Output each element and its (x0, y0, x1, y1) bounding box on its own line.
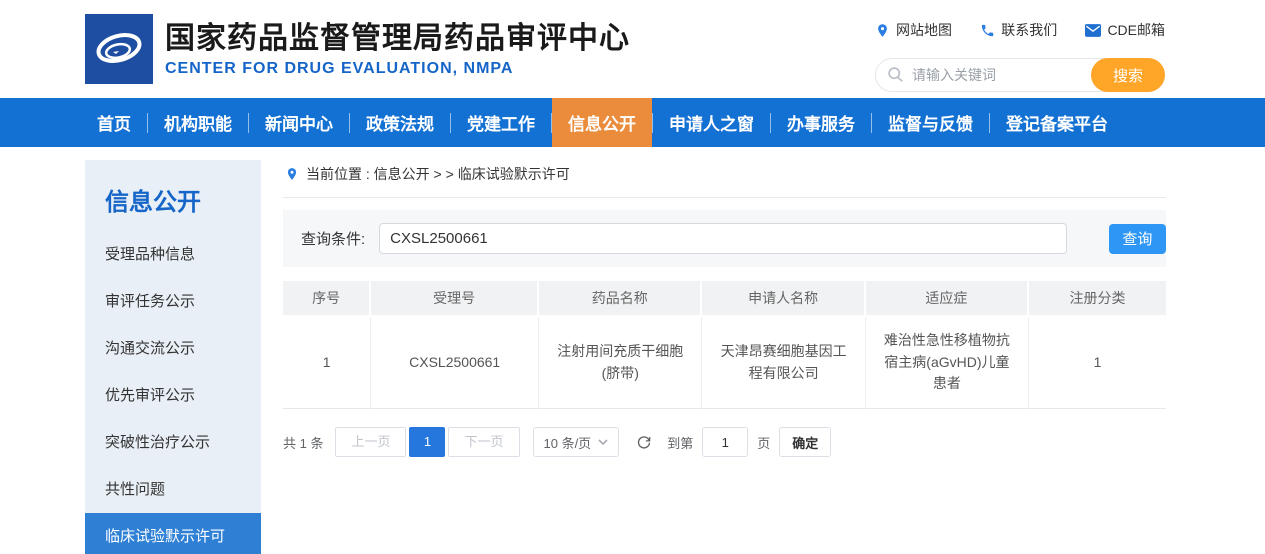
contact-us-link[interactable]: 联系我们 (980, 20, 1057, 40)
site-subtitle: CENTER FOR DRUG EVALUATION, NMPA (165, 60, 630, 78)
refresh-button[interactable] (635, 433, 653, 451)
query-button[interactable]: 查询 (1109, 224, 1166, 254)
col-header-drug-name: 药品名称 (539, 281, 702, 317)
site-header: 国家药品监督管理局药品审评中心 CENTER FOR DRUG EVALUATI… (0, 0, 1265, 98)
nav-item-services[interactable]: 办事服务 (771, 98, 871, 147)
breadcrumb: 当前位置 : 信息公开 > > 临床试验默示许可 (283, 160, 1166, 198)
prev-page-button[interactable]: 上一页 (335, 427, 406, 457)
col-header-applicant: 申请人名称 (702, 281, 865, 317)
search-button[interactable]: 搜索 (1091, 58, 1165, 92)
site-title: 国家药品监督管理局药品审评中心 (165, 20, 630, 58)
breadcrumb-text: 当前位置 : 信息公开 > > 临床试验默示许可 (306, 164, 570, 184)
envelope-icon (1085, 24, 1101, 37)
table-row: 1 CXSL2500661 注射用间充质干细胞(脐带) 天津昂赛细胞基因工程有限… (283, 317, 1166, 409)
sidebar-item-clinical-trial-implied-license[interactable]: 临床试验默示许可 (85, 513, 261, 554)
sidebar-title: 信息公开 (85, 176, 261, 231)
cde-logo-icon (85, 14, 153, 84)
phone-icon (980, 23, 995, 38)
results-table: 序号 受理号 药品名称 申请人名称 适应症 注册分类 1 CXSL2500661… (283, 281, 1166, 409)
cell-drug-name: 注射用间充质干细胞(脐带) (539, 317, 702, 409)
table-header-row: 序号 受理号 药品名称 申请人名称 适应症 注册分类 (283, 281, 1166, 317)
pagination-total: 共 1 条 (283, 433, 323, 452)
goto-confirm-button[interactable]: 确定 (779, 427, 831, 457)
cde-mail-label: CDE邮箱 (1107, 20, 1165, 40)
next-page-button[interactable]: 下一页 (448, 427, 519, 457)
refresh-icon (635, 433, 653, 451)
search-area: 搜索 (875, 58, 1165, 92)
page-size-label: 10 条/页 (544, 433, 592, 452)
nav-item-home[interactable]: 首页 (81, 98, 147, 147)
cell-applicant: 天津昂赛细胞基因工程有限公司 (702, 317, 865, 409)
goto-prefix: 到第 (667, 433, 693, 452)
quick-links: 网站地图 联系我们 CDE邮箱 (875, 20, 1165, 40)
contact-us-label: 联系我们 (1001, 20, 1057, 40)
pagination: 共 1 条 上一页 1 下一页 10 条/页 到第 页 确定 (283, 427, 1166, 457)
sidebar-item-review-tasks[interactable]: 审评任务公示 (85, 278, 261, 325)
brand-text: 国家药品监督管理局药品审评中心 CENTER FOR DRUG EVALUATI… (165, 20, 630, 78)
location-pin-icon (875, 23, 890, 38)
brand: 国家药品监督管理局药品审评中心 CENTER FOR DRUG EVALUATI… (85, 14, 630, 84)
nav-item-policies[interactable]: 政策法规 (350, 98, 450, 147)
col-header-indication: 适应症 (866, 281, 1029, 317)
goto-suffix: 页 (757, 433, 770, 452)
nav-item-supervision-feedback[interactable]: 监督与反馈 (872, 98, 989, 147)
goto-page-input[interactable] (702, 427, 748, 457)
content: 当前位置 : 信息公开 > > 临床试验默示许可 查询条件: 查询 序号 受理号… (283, 160, 1166, 554)
nav-item-org-functions[interactable]: 机构职能 (148, 98, 248, 147)
cell-seq: 1 (283, 317, 371, 409)
sidebar-item-priority-review[interactable]: 优先审评公示 (85, 372, 261, 419)
sitemap-label: 网站地图 (896, 20, 952, 40)
header-right: 网站地图 联系我们 CDE邮箱 搜索 (875, 20, 1165, 92)
cell-acceptance-no[interactable]: CXSL2500661 (371, 317, 539, 409)
nav-item-party-building[interactable]: 党建工作 (451, 98, 551, 147)
nav-item-info-disclosure[interactable]: 信息公开 (552, 98, 652, 147)
sidebar-item-breakthrough-therapy[interactable]: 突破性治疗公示 (85, 419, 261, 466)
sidebar: 信息公开 受理品种信息 审评任务公示 沟通交流公示 优先审评公示 突破性治疗公示… (85, 160, 261, 554)
query-label: 查询条件: (301, 228, 365, 249)
search-icon (887, 66, 904, 83)
location-pin-icon (285, 167, 299, 181)
goto-page-group: 到第 页 确定 (667, 427, 831, 457)
cell-indication: 难治性急性移植物抗宿主病(aGvHD)儿童患者 (866, 317, 1029, 409)
sidebar-item-accepted-varieties[interactable]: 受理品种信息 (85, 231, 261, 278)
page-size-select[interactable]: 10 条/页 (533, 427, 620, 457)
nav-item-news[interactable]: 新闻中心 (249, 98, 349, 147)
nav-item-registration-platform[interactable]: 登记备案平台 (990, 98, 1124, 147)
query-bar: 查询条件: 查询 (283, 210, 1166, 267)
main-nav: 首页 机构职能 新闻中心 政策法规 党建工作 信息公开 申请人之窗 办事服务 监… (0, 98, 1265, 147)
nav-item-applicant-window[interactable]: 申请人之窗 (653, 98, 770, 147)
cde-mail-link[interactable]: CDE邮箱 (1085, 20, 1165, 40)
sitemap-link[interactable]: 网站地图 (875, 20, 952, 40)
sidebar-item-communication[interactable]: 沟通交流公示 (85, 325, 261, 372)
query-input[interactable] (379, 223, 1067, 254)
col-header-registration-class: 注册分类 (1029, 281, 1166, 317)
col-header-seq: 序号 (283, 281, 371, 317)
current-page-button[interactable]: 1 (409, 427, 445, 457)
cell-registration-class: 1 (1029, 317, 1166, 409)
chevron-down-icon (598, 439, 608, 446)
main-area: 信息公开 受理品种信息 审评任务公示 沟通交流公示 优先审评公示 突破性治疗公示… (85, 160, 1166, 554)
col-header-acceptance-no: 受理号 (371, 281, 539, 317)
sidebar-item-common-issues[interactable]: 共性问题 (85, 466, 261, 513)
